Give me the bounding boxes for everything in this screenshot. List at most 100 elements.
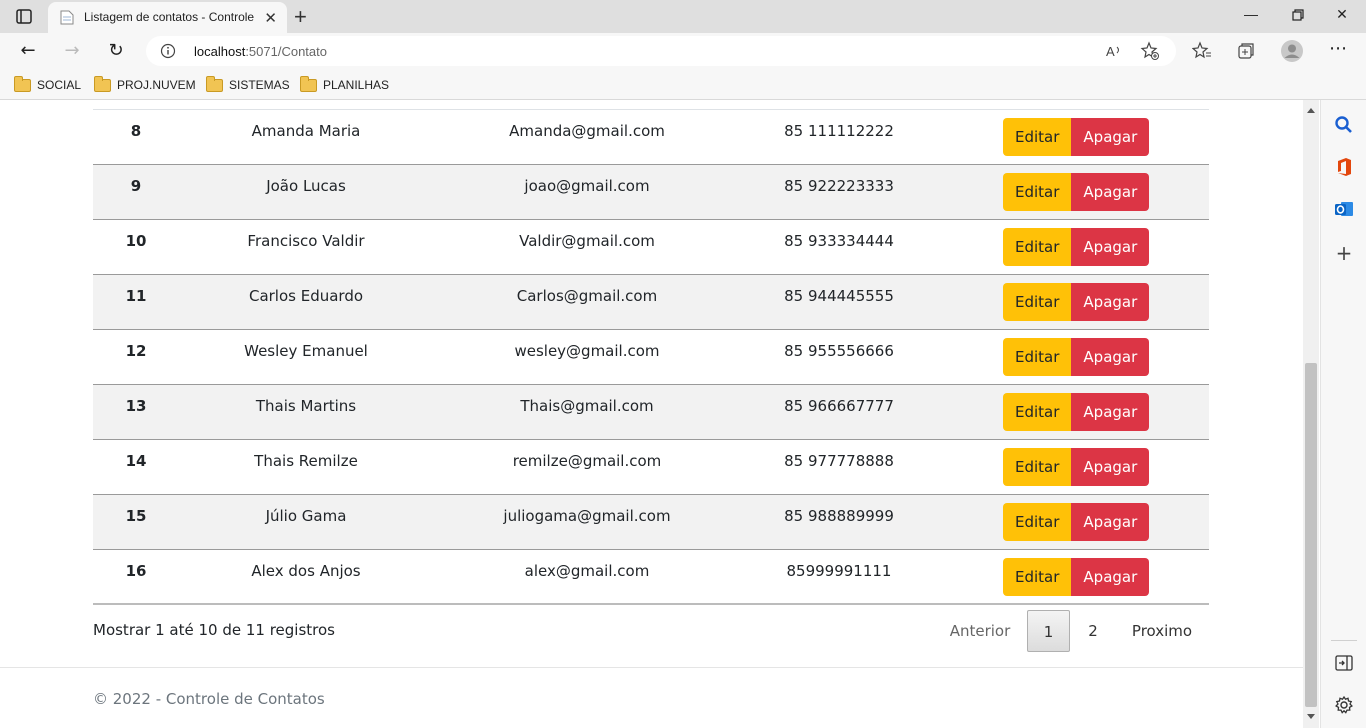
delete-button[interactable]: Apagar bbox=[1071, 173, 1150, 211]
row-actions: Editar Apagar bbox=[1003, 558, 1150, 596]
row-actions: Editar Apagar bbox=[1003, 173, 1150, 211]
contact-phone: 85999991111 bbox=[786, 562, 892, 580]
bookmarks-bar: SOCIAL PROJ.NUVEM SISTEMAS PLANILHAS bbox=[0, 70, 1366, 100]
refresh-icon[interactable]: ↻ bbox=[104, 40, 128, 62]
contact-phone: 85 922223333 bbox=[784, 177, 894, 195]
bookmark-folder-social[interactable]: SOCIAL bbox=[14, 75, 82, 94]
scroll-thumb[interactable] bbox=[1305, 363, 1317, 707]
contacts-table: 8 Amanda Maria Amanda@gmail.com 85 11111… bbox=[93, 109, 1209, 605]
add-favorite-icon[interactable] bbox=[1140, 41, 1160, 61]
page-1-button[interactable]: 1 bbox=[1027, 610, 1070, 652]
contact-name: Amanda Maria bbox=[251, 122, 361, 140]
edit-button[interactable]: Editar bbox=[1003, 558, 1072, 596]
row-actions: Editar Apagar bbox=[1003, 393, 1150, 431]
contact-name: Alex dos Anjos bbox=[251, 562, 361, 580]
row-actions: Editar Apagar bbox=[1003, 118, 1150, 156]
delete-button[interactable]: Apagar bbox=[1071, 228, 1150, 266]
favorites-icon[interactable] bbox=[1192, 41, 1212, 61]
contact-email: remilze@gmail.com bbox=[512, 452, 662, 470]
delete-button[interactable]: Apagar bbox=[1071, 503, 1150, 541]
url-field[interactable]: localhost:5071/Contato A bbox=[146, 36, 1176, 66]
contact-phone: 85 111112222 bbox=[784, 122, 894, 140]
scroll-up-arrow-icon[interactable] bbox=[1307, 108, 1315, 113]
contact-name: Thais Remilze bbox=[254, 452, 358, 470]
table-row: 15 Júlio Gama juliogama@gmail.com 85 988… bbox=[93, 495, 1209, 550]
contact-name: Júlio Gama bbox=[265, 507, 347, 525]
row-actions: Editar Apagar bbox=[1003, 283, 1150, 321]
contact-name: Thais Martins bbox=[255, 397, 357, 415]
profile-avatar-icon[interactable] bbox=[1280, 39, 1304, 63]
table-row: 10 Francisco Valdir Valdir@gmail.com 85 … bbox=[93, 220, 1209, 275]
site-info-icon[interactable] bbox=[160, 43, 176, 59]
edit-button[interactable]: Editar bbox=[1003, 503, 1072, 541]
minimize-icon[interactable]: — bbox=[1241, 6, 1261, 22]
row-actions: Editar Apagar bbox=[1003, 228, 1150, 266]
bookmark-label: PROJ.NUVEM bbox=[117, 78, 196, 92]
bookmark-folder-sistemas[interactable]: SISTEMAS bbox=[206, 75, 290, 94]
delete-button[interactable]: Apagar bbox=[1071, 448, 1150, 486]
bookmark-folder-planilhas[interactable]: PLANILHAS bbox=[300, 75, 390, 94]
office-icon[interactable] bbox=[1333, 156, 1355, 178]
restore-icon[interactable] bbox=[1287, 9, 1307, 23]
next-page-button[interactable]: Proximo bbox=[1118, 610, 1206, 652]
table-row: 14 Thais Remilze remilze@gmail.com 85 97… bbox=[93, 440, 1209, 495]
delete-button[interactable]: Apagar bbox=[1071, 558, 1150, 596]
browser-tab-active[interactable]: Listagem de contatos - Controle ✕ bbox=[48, 2, 287, 33]
edit-button[interactable]: Editar bbox=[1003, 448, 1072, 486]
more-menu-icon[interactable]: ⋯ bbox=[1326, 38, 1350, 60]
delete-button[interactable]: Apagar bbox=[1071, 118, 1150, 156]
tab-close-icon[interactable]: ✕ bbox=[264, 9, 277, 27]
bookmark-folder-proj-nuvem[interactable]: PROJ.NUVEM bbox=[94, 75, 196, 94]
contact-id: 11 bbox=[125, 287, 147, 305]
new-tab-icon[interactable]: + bbox=[294, 4, 307, 30]
search-icon[interactable] bbox=[1333, 114, 1355, 136]
forward-icon[interactable]: → bbox=[60, 40, 84, 62]
row-actions: Editar Apagar bbox=[1003, 338, 1150, 376]
contact-id: 12 bbox=[125, 342, 147, 360]
bookmark-label: SOCIAL bbox=[37, 78, 82, 92]
contact-id: 8 bbox=[130, 122, 142, 140]
edit-button[interactable]: Editar bbox=[1003, 173, 1072, 211]
page-scrollbar[interactable] bbox=[1303, 100, 1319, 728]
contact-email: wesley@gmail.com bbox=[514, 342, 660, 360]
page-favicon-icon bbox=[60, 10, 74, 25]
settings-gear-icon[interactable] bbox=[1333, 694, 1355, 716]
previous-page-button[interactable]: Anterior bbox=[936, 610, 1024, 652]
copyright-text: © 2022 - Controle de Contatos bbox=[93, 690, 325, 708]
table-row: 8 Amanda Maria Amanda@gmail.com 85 11111… bbox=[93, 110, 1209, 165]
table-row: 9 João Lucas joao@gmail.com 85 922223333… bbox=[93, 165, 1209, 220]
contact-id: 16 bbox=[125, 562, 147, 580]
scroll-down-arrow-icon[interactable] bbox=[1307, 714, 1315, 719]
edit-button[interactable]: Editar bbox=[1003, 393, 1072, 431]
page-2-button[interactable]: 2 bbox=[1073, 610, 1113, 652]
delete-button[interactable]: Apagar bbox=[1071, 393, 1150, 431]
edit-button[interactable]: Editar bbox=[1003, 118, 1072, 156]
contact-phone: 85 933334444 bbox=[784, 232, 894, 250]
page-footer: © 2022 - Controle de Contatos bbox=[0, 667, 1303, 728]
svg-text:A: A bbox=[1106, 44, 1115, 59]
contact-name: Wesley Emanuel bbox=[244, 342, 368, 360]
hide-sidebar-icon[interactable] bbox=[1333, 652, 1355, 674]
contact-name: João Lucas bbox=[266, 177, 346, 195]
contact-email: Carlos@gmail.com bbox=[516, 287, 658, 305]
contact-email: Amanda@gmail.com bbox=[509, 122, 665, 140]
row-actions: Editar Apagar bbox=[1003, 448, 1150, 486]
tab-actions-icon[interactable] bbox=[12, 6, 36, 28]
edit-button[interactable]: Editar bbox=[1003, 283, 1072, 321]
delete-button[interactable]: Apagar bbox=[1071, 338, 1150, 376]
folder-icon bbox=[300, 75, 317, 92]
outlook-icon[interactable] bbox=[1333, 198, 1355, 220]
url-text: localhost:5071/Contato bbox=[194, 44, 327, 59]
read-aloud-icon[interactable]: A bbox=[1104, 41, 1124, 61]
close-window-icon[interactable]: ✕ bbox=[1332, 6, 1352, 23]
contact-name: Carlos Eduardo bbox=[248, 287, 364, 305]
edit-button[interactable]: Editar bbox=[1003, 228, 1072, 266]
edit-button[interactable]: Editar bbox=[1003, 338, 1072, 376]
add-sidebar-app-icon[interactable]: + bbox=[1333, 242, 1355, 264]
delete-button[interactable]: Apagar bbox=[1071, 283, 1150, 321]
browser-tabbar: Listagem de contatos - Controle ✕ + — ✕ bbox=[0, 0, 1366, 33]
collections-icon[interactable] bbox=[1236, 41, 1256, 61]
bookmark-label: PLANILHAS bbox=[323, 78, 390, 92]
contact-phone: 85 977778888 bbox=[784, 452, 894, 470]
back-icon[interactable]: ← bbox=[16, 40, 40, 62]
